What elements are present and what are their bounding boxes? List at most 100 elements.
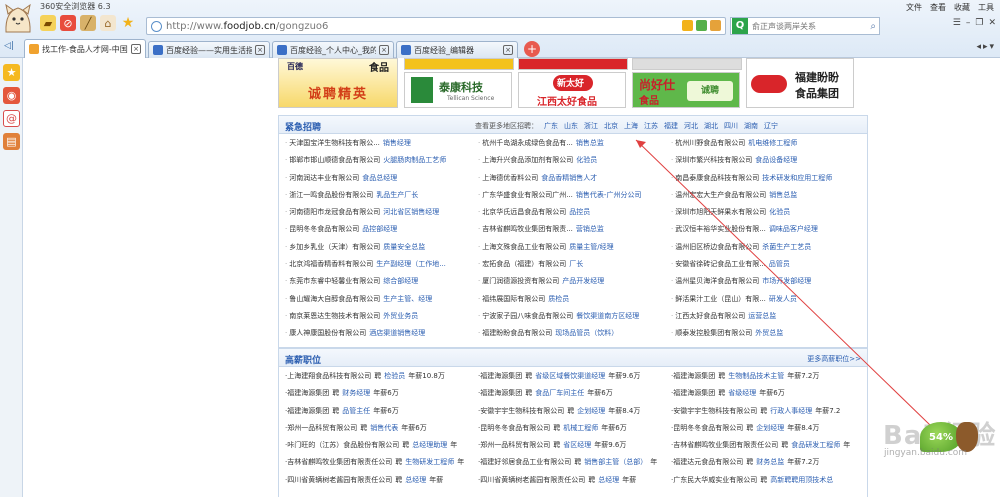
high-salary-item[interactable]: ·安徽宇宇生物科技有限公司聘企划经理 年薪8.4万 [478, 406, 671, 423]
company-link[interactable]: 深圳市旭阳天鲜果水有限公司 [675, 208, 766, 216]
urgent-job-item[interactable]: · 杭州川野食品有限公司 机电维修工程师 [671, 138, 864, 155]
urgent-job-item[interactable]: · 上海升兴食品添加剂有限公司 化验员 [478, 155, 671, 172]
region-link[interactable]: 河北 [684, 121, 698, 131]
position-link[interactable]: 销售总监 [576, 139, 604, 147]
position-link[interactable]: 质检员 [548, 295, 569, 303]
position-link[interactable]: 化验员 [769, 208, 790, 216]
company-link[interactable]: 上海升兴食品添加剂有限公司 [482, 156, 573, 164]
company-link[interactable]: 北京华氏远昌食品有限公司 [482, 208, 566, 216]
position-link[interactable]: 食品设备经理 [755, 156, 797, 164]
urgent-job-item[interactable]: · 浙江一鸣食品股份有限公司 乳品生产厂长 [285, 190, 478, 207]
minimize-icon[interactable]: – [966, 18, 971, 28]
tab-foodjob[interactable]: 找工作-食品人才网-中国食品... × [24, 39, 146, 58]
house-icon[interactable]: ⌂ [100, 15, 116, 31]
company-link[interactable]: 南京莱恩达生物技术有限公司 [289, 312, 380, 320]
urgent-job-item[interactable]: · 深圳市繁兴科技有限公司 食品设备经理 [671, 155, 864, 172]
position-link[interactable]: 省级区域餐饮渠道经理 [535, 372, 605, 380]
urgent-job-item[interactable]: · 南京莱恩达生物技术有限公司 外贸业务员 [285, 311, 478, 328]
position-link[interactable]: 财务总监 [756, 458, 784, 466]
company-link[interactable]: 福建海源集团 [673, 389, 715, 397]
company-link[interactable]: 福建盼盼食品有限公司 [482, 329, 552, 337]
close-icon[interactable]: ✕ [988, 18, 996, 28]
urgent-job-item[interactable]: · 上海文殊食品工业有限公司 质量主管/经理 [478, 242, 671, 259]
block-icon[interactable]: ⊘ [60, 15, 76, 31]
region-link[interactable]: 湖北 [704, 121, 718, 131]
urgent-job-item[interactable]: · 鲁山耀海大自醇食品有限公司 生产主管、经理 [285, 294, 478, 311]
urgent-job-item[interactable]: · 河南德阳市龙冠食品有限公司 河北省区销售经理 [285, 207, 478, 224]
banner-chengpin[interactable]: 百德 食品 诚聘精英 [278, 58, 398, 108]
app-icon[interactable]: ▤ [3, 133, 20, 150]
position-link[interactable]: 高新聘聘用顶技术总 [770, 476, 833, 484]
urgent-job-item[interactable]: · 昆明冬冬食品有限公司 品控部经理 [285, 224, 478, 241]
region-link[interactable]: 广东 [544, 121, 558, 131]
company-link[interactable]: 厦门润德源投资有限公司 [482, 277, 559, 285]
position-link[interactable]: 品控员 [569, 208, 590, 216]
urgent-job-item[interactable]: · 安徽省徐砖记食品工业有限... 品管员 [671, 259, 864, 276]
region-link[interactable]: 四川 [724, 121, 738, 131]
tab-baidu-jingyan[interactable]: 百度经验——实用生活指南 × [148, 41, 270, 58]
position-link[interactable]: 生产副经理（工作地... [376, 260, 446, 268]
position-link[interactable]: 外贸总监 [755, 329, 783, 337]
tab-close-icon[interactable]: × [255, 45, 265, 55]
high-salary-item[interactable]: ·四川省黄辆树老酱园有限责任公司聘总经理 年薪 [478, 475, 671, 492]
address-bar[interactable]: http://www.foodjob.cn/gongzuo6 [146, 17, 726, 35]
high-salary-item[interactable]: ·吉林省麒鸣牧业集团有限责任公司聘食品研发工程师年 [671, 440, 864, 457]
company-link[interactable]: 武汉恒丰裕华实业股份有限... [675, 225, 766, 233]
company-link[interactable]: 河南润达丰业有限公司 [289, 174, 359, 182]
company-link[interactable]: 江西太好食品有限公司 [675, 312, 745, 320]
high-salary-item[interactable]: ·福建好邻居食品工业有限公司聘销售部主管（总部）年 [478, 457, 671, 474]
position-link[interactable]: 乳品生产厂长 [376, 191, 418, 199]
position-link[interactable]: 技术研发和应用工程师 [762, 174, 832, 182]
company-link[interactable]: 福建海源集团 [287, 407, 329, 415]
region-link[interactable]: 江苏 [644, 121, 658, 131]
browser-ghost-logo-icon[interactable] [2, 2, 34, 34]
region-link[interactable]: 辽宁 [764, 121, 778, 131]
company-link[interactable]: 邯郸市邯山顺德食品有限公司 [289, 156, 380, 164]
position-link[interactable]: 运营总监 [748, 312, 776, 320]
region-link[interactable]: 湖南 [744, 121, 758, 131]
position-link[interactable]: 食品厂车间主任 [535, 389, 584, 397]
company-link[interactable]: 福建海源集团 [480, 372, 522, 380]
urgent-job-item[interactable]: · 温州星贝海洋食品有限公司 市场开发部经理 [671, 276, 864, 293]
leaf-icon[interactable] [696, 20, 707, 31]
urgent-job-item[interactable]: · 康人神康国股份有限公司 酒店渠道销售经理 [285, 328, 478, 345]
position-link[interactable]: 销售代表 [370, 424, 398, 432]
urgent-job-item[interactable]: · 杭州千岛湖永成绿色食品有... 销售总监 [478, 138, 671, 155]
company-link[interactable]: 浙江一鸣食品股份有限公司 [289, 191, 373, 199]
position-link[interactable]: 总经理助理 [412, 441, 447, 449]
position-link[interactable]: 省级经理 [728, 389, 756, 397]
region-link[interactable]: 福建 [664, 121, 678, 131]
more-high-salary-link[interactable]: 更多高薪职位>> [807, 354, 861, 364]
company-link[interactable]: 河南德阳市龙冠食品有限公司 [289, 208, 380, 216]
company-link[interactable]: 深圳市繁兴科技有限公司 [675, 156, 752, 164]
company-link[interactable]: 福建海源集团 [673, 372, 715, 380]
position-link[interactable]: 调味品客户经理 [769, 225, 818, 233]
position-link[interactable]: 机械工程师 [563, 424, 598, 432]
company-link[interactable]: 咔门旺的（江苏）食品股份有限公司 [287, 441, 399, 449]
banner-xintaihao[interactable]: 新太好 江西太好食品 [518, 72, 626, 108]
urgent-job-item[interactable]: · 河南润达丰业有限公司 食品总经理 [285, 173, 478, 190]
weibo-icon[interactable]: ◉ [3, 87, 20, 104]
position-link[interactable]: 总经理 [405, 476, 426, 484]
search-box[interactable]: Q ⌕ [730, 17, 880, 35]
company-link[interactable]: 鲁山耀海大自醇食品有限公司 [289, 295, 380, 303]
company-link[interactable]: 福建海源集团 [480, 389, 522, 397]
position-link[interactable]: 研发人员 [769, 295, 797, 303]
position-link[interactable]: 行政人事经理 [770, 407, 812, 415]
menu-file[interactable]: 文件 [906, 2, 922, 13]
company-link[interactable]: 鲜活果汁工业（昆山）有限... [675, 295, 766, 303]
position-link[interactable]: 企划经理 [756, 424, 784, 432]
urgent-job-item[interactable]: · 温州旧区桥边食品有限公司 杀菌生产工艺员 [671, 242, 864, 259]
position-link[interactable]: 品控部经理 [362, 225, 397, 233]
high-salary-item[interactable]: ·广东民大华威实业有限公司聘高新聘聘用顶技术总 [671, 475, 864, 492]
company-link[interactable]: 温州星贝海洋食品有限公司 [675, 277, 759, 285]
high-salary-item[interactable]: ·咔门旺的（江苏）食品股份有限公司聘总经理助理年 [285, 440, 478, 457]
position-link[interactable]: 机电维修工程师 [748, 139, 797, 147]
company-link[interactable]: 福建好邻居食品工业有限公司 [480, 458, 571, 466]
high-salary-item[interactable]: ·福建海源集团聘省级经理 年薪6万 [671, 388, 864, 405]
high-salary-item[interactable]: ·福建海源集团聘生物制品技术主管 年薪7.2万 [671, 371, 864, 388]
favorites-star-icon[interactable]: ★ [3, 64, 20, 81]
truck-icon[interactable]: ▰ [40, 15, 56, 31]
high-salary-item[interactable]: ·福建达元食品有限公司聘财务总监 年薪7.2万 [671, 457, 864, 474]
company-link[interactable]: 杭州川野食品有限公司 [675, 139, 745, 147]
